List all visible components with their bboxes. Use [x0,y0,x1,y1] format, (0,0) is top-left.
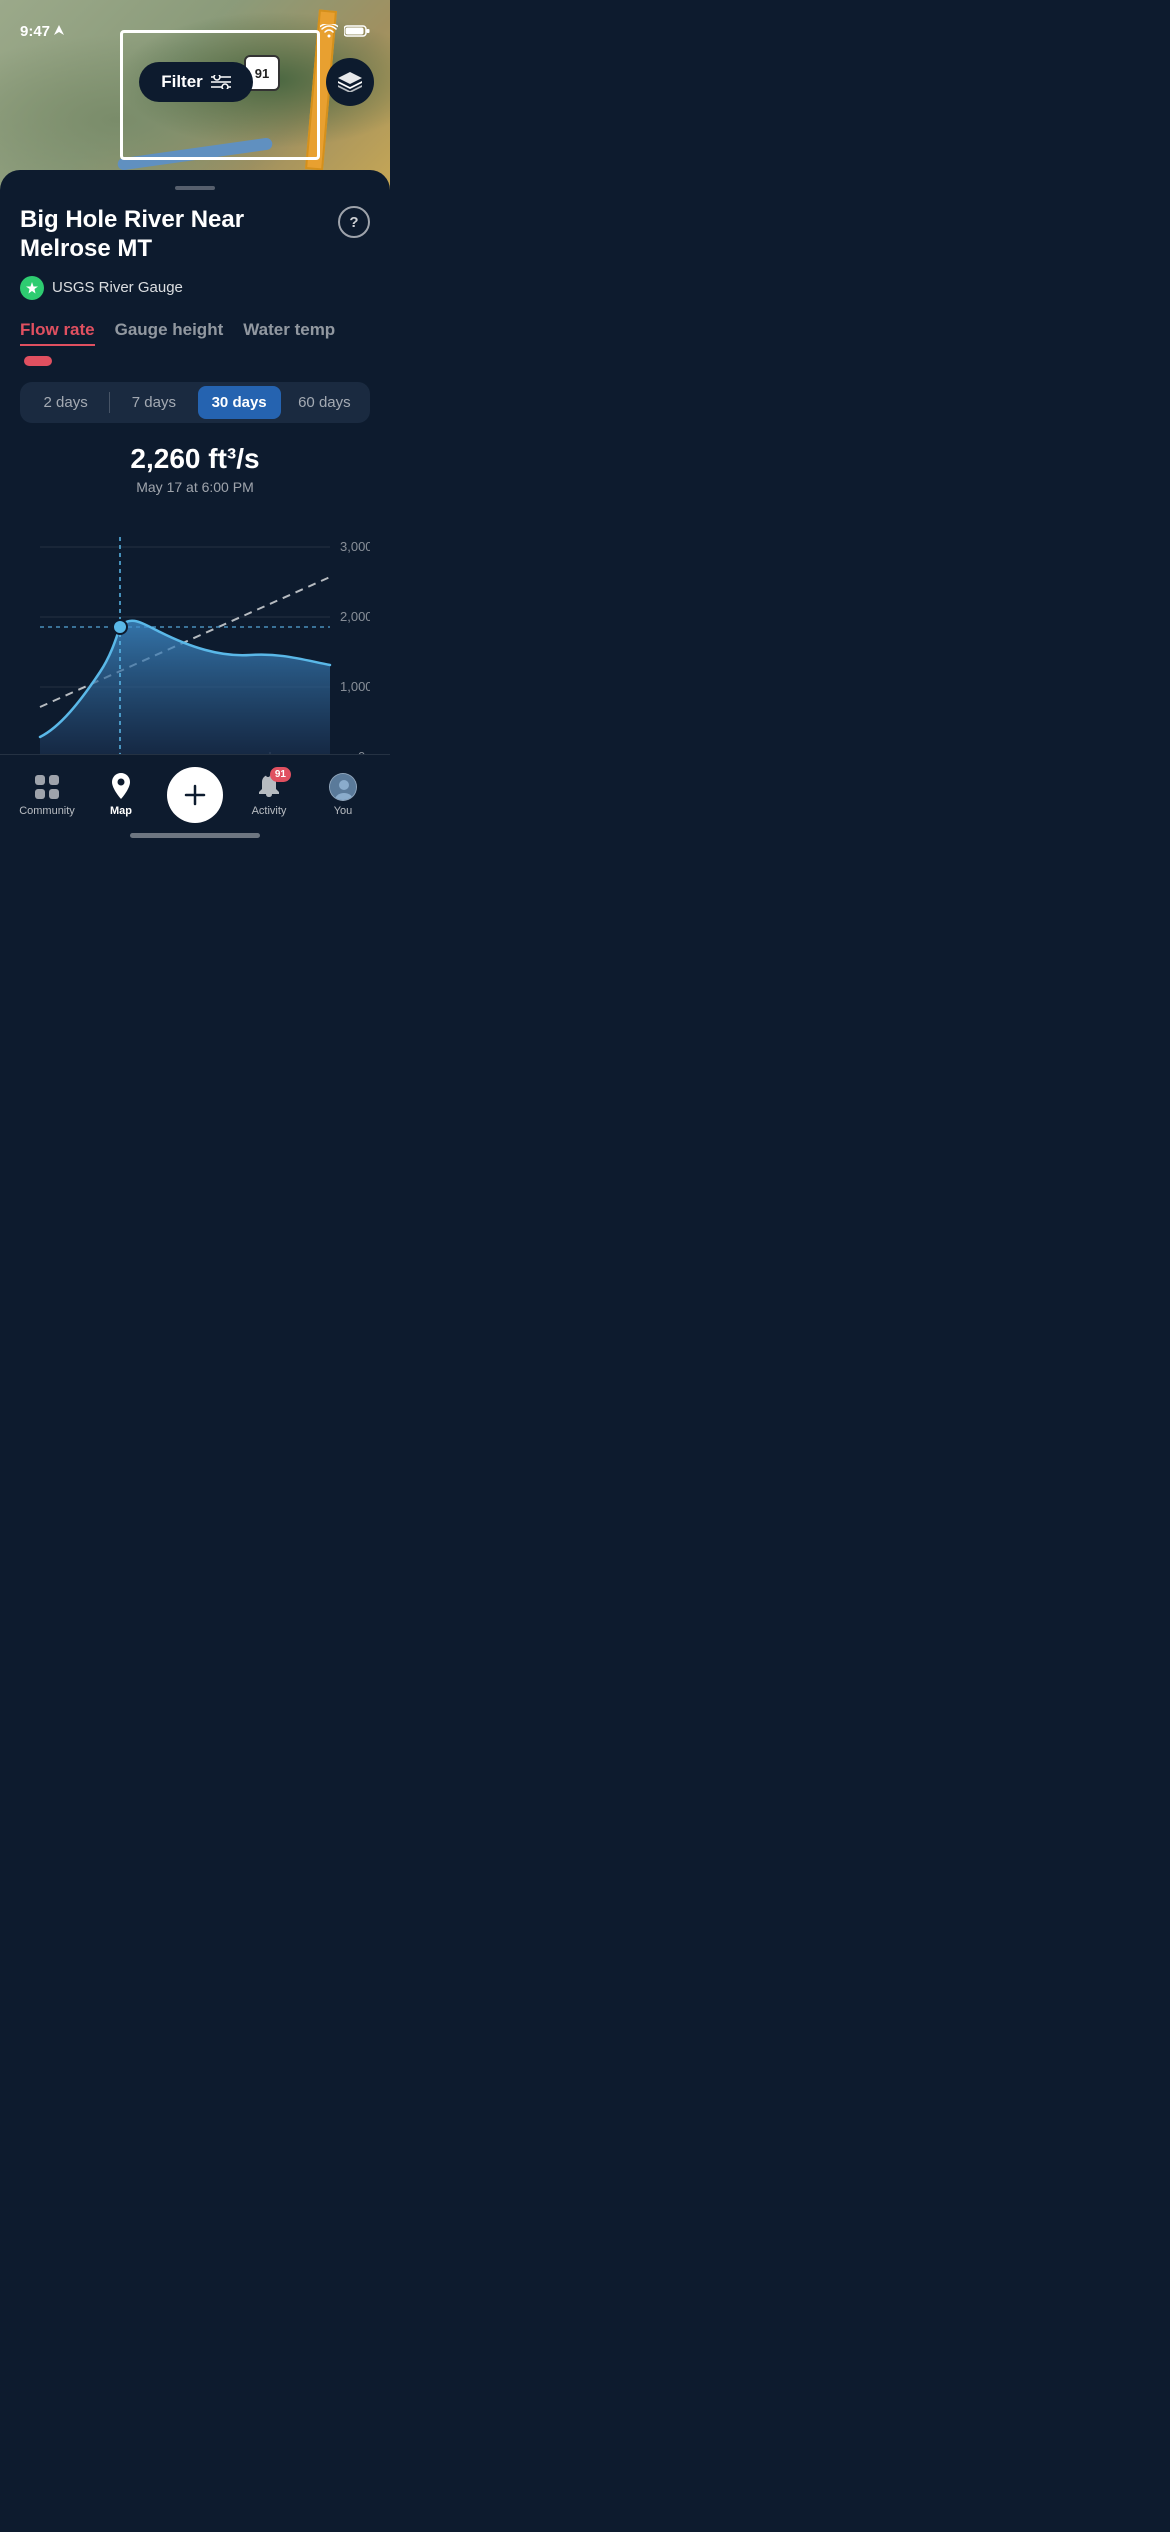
plus-icon [183,783,207,807]
time-btn-7days[interactable]: 7 days [112,386,195,419]
help-button[interactable]: ? [338,206,370,238]
nav-item-you[interactable]: You [306,773,380,817]
wifi-icon [320,24,338,38]
chart-value: 2,260 ft³/s [20,443,370,475]
tab-gauge-height[interactable]: Gauge height [115,320,224,346]
chart-wrapper: 3,000 2,000 1,000 0 May 17 May 22 [20,507,370,787]
nav-item-community[interactable]: Community [10,773,84,817]
nav-item-map[interactable]: Map [84,773,158,817]
layers-button[interactable] [326,58,374,106]
svg-text:3,000: 3,000 [340,539,370,554]
location-header: Big Hole River Near Melrose MT ? [20,206,370,264]
status-time: 9:47 [20,23,64,40]
activity-badge-count: 91 [270,767,291,782]
metric-tabs: Flow rate Gauge height Water temp [20,320,370,346]
nav-label-you: You [334,805,353,817]
location-title: Big Hole River Near Melrose MT [20,206,338,264]
avatar-icon [329,773,357,801]
nav-label-activity: Activity [252,805,287,817]
add-button[interactable] [167,767,223,823]
user-avatar [329,773,357,801]
bell-icon-wrapper: 91 [255,773,283,801]
battery-icon [344,24,370,38]
filter-button[interactable]: Filter [139,62,253,102]
source-badge: USGS River Gauge [20,276,370,300]
status-icons [320,24,370,38]
map-pin-icon [107,773,135,801]
star-icon [26,282,38,294]
status-bar: 9:47 [0,0,390,50]
nav-item-activity[interactable]: 91 Activity [232,773,306,817]
time-btn-60days[interactable]: 60 days [283,386,366,419]
chart-container: 2,260 ft³/s May 17 at 6:00 PM [20,443,370,787]
tab-flow-rate[interactable]: Flow rate [20,320,95,346]
source-text: USGS River Gauge [52,279,183,296]
chart-current-date: May 17 at 6:00 PM [20,479,370,495]
bottom-sheet: Big Hole River Near Melrose MT ? USGS Ri… [0,170,390,844]
location-arrow-icon [54,25,64,37]
bottom-nav: Community Map 91 Acti [0,754,390,844]
time-range-selector: 2 days 7 days 30 days 60 days [20,382,370,423]
home-indicator [130,833,260,838]
source-icon [20,276,44,300]
time-btn-30days[interactable]: 30 days [198,386,281,419]
filter-icon [211,75,231,89]
layers-icon [338,72,362,92]
nav-item-add[interactable] [158,767,232,823]
grid-icon [33,773,61,801]
nav-label-map: Map [110,805,132,817]
flow-rate-active-indicator [24,356,52,366]
svg-text:1,000: 1,000 [340,679,370,694]
nav-label-community: Community [19,805,75,817]
map-controls: Filter [0,50,390,114]
flow-chart: 3,000 2,000 1,000 0 May 17 May 22 [20,507,370,787]
chart-current-value: 2,260 ft³/s [130,443,259,474]
tab-water-temp[interactable]: Water temp [243,320,335,346]
time-btn-2days[interactable]: 2 days [24,386,107,419]
sheet-handle [175,186,215,190]
svg-text:2,000: 2,000 [340,609,370,624]
